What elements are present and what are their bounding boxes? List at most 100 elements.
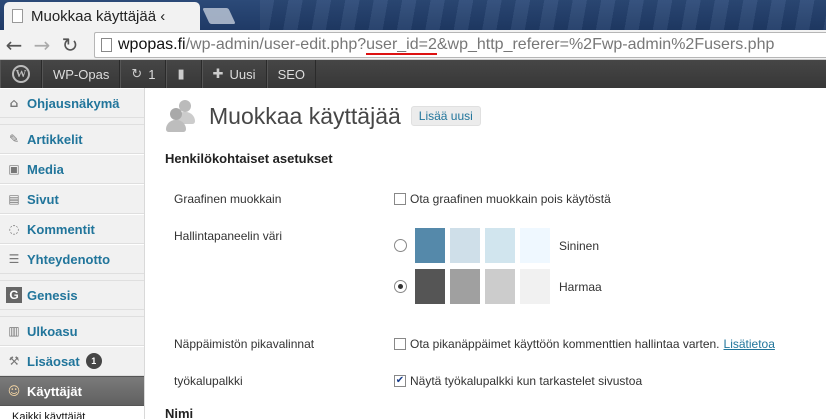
main-content: Muokkaa käyttäjää Lisää uusi Henkilökoht… [145, 88, 826, 419]
plugins-update-badge: 1 [85, 353, 102, 369]
sidebar-item-comments[interactable]: ◌ Kommentit [0, 214, 144, 244]
section-heading-personal: Henkilökohtaiset asetukset [165, 151, 333, 166]
color-scheme-blue-name: Sininen [559, 238, 600, 253]
toolbar-option[interactable]: ✔ Näytä työkalupalkki kun tarkastelet si… [394, 374, 642, 388]
forward-arrow-icon[interactable]: → [28, 31, 56, 59]
sidebar-item-contact[interactable]: ☰ Yhteydenotto [0, 244, 144, 274]
updates-button[interactable]: ↻ 1 [120, 60, 167, 88]
sidebar-item-label: Yhteydenotto [27, 251, 111, 267]
sidebar-item-dashboard[interactable]: ⌂ Ohjausnäkymä [0, 88, 144, 118]
back-arrow-icon[interactable]: ← [0, 31, 28, 59]
url-path: /wp-admin/user-edit.php? [185, 36, 367, 53]
new-content-label: Uusi [229, 66, 256, 82]
new-content-button[interactable]: ✚ Uusi [201, 60, 267, 88]
updates-icon: ↻ [131, 66, 143, 82]
wp-admin-bar: W WP-Opas ↻ 1 ▮ ✚ Uusi SEO [0, 60, 826, 88]
users-page-icon [165, 98, 201, 134]
sidebar-item-label: Sivut [27, 191, 59, 207]
sidebar-item-label: Lisäosat [27, 353, 80, 369]
color-scheme-gray-name: Harmaa [559, 279, 602, 294]
page-header: Muokkaa käyttäjää Lisää uusi [165, 98, 481, 134]
sidebar-item-label: Käyttäjät [27, 383, 82, 399]
sidebar-item-posts[interactable]: ✎ Artikkelit [0, 124, 144, 154]
color-swatch [415, 269, 445, 304]
browser-toolbar: ← → ↻ wpopas.fi/wp-admin/user-edit.php?u… [0, 30, 826, 60]
color-scheme-blue-radio[interactable] [394, 239, 407, 252]
sidebar-item-label: Ohjausnäkymä [27, 95, 120, 111]
sidebar-item-pages[interactable]: ▤ Sivut [0, 184, 144, 214]
plus-icon: ✚ [212, 66, 224, 82]
wordpress-logo-icon: W [12, 65, 30, 83]
color-swatch [520, 269, 550, 304]
tab-title: Muokkaa käyttäjää ‹ [31, 7, 166, 25]
section-heading-name: Nimi [165, 406, 194, 419]
add-new-user-button[interactable]: Lisää uusi [410, 106, 481, 126]
shortcuts-more-info-link[interactable]: Lisätietoa [724, 337, 775, 351]
plugins-icon: ⚒ [8, 354, 20, 368]
admin-color-label: Hallintapaneelin väri [174, 229, 283, 243]
visual-editor-checkbox[interactable] [394, 193, 406, 205]
pin-icon: ✎ [8, 132, 20, 146]
comment-bubble-icon: ▮ [177, 66, 185, 82]
new-tab-button[interactable] [202, 8, 236, 24]
color-swatch [485, 228, 515, 263]
dashboard-icon: ⌂ [9, 96, 19, 110]
wp-logo-button[interactable]: W [0, 60, 42, 88]
sidebar-item-media[interactable]: ▣ Media [0, 154, 144, 184]
sidebar-item-genesis[interactable]: G Genesis [0, 280, 144, 310]
browser-tab-strip: Muokkaa käyttäjää ‹ [0, 0, 826, 30]
url-host: wpopas.fi [118, 36, 186, 53]
color-scheme-blue[interactable]: Sininen [394, 228, 599, 263]
color-swatch [520, 228, 550, 263]
media-icon: ▣ [8, 162, 20, 176]
browser-tab[interactable]: Muokkaa käyttäjää ‹ [4, 2, 200, 30]
shortcuts-label: Näppäimistön pikavalinnat [174, 337, 315, 351]
visual-editor-label: Graafinen muokkain [174, 192, 282, 206]
toolbar-checkbox[interactable]: ✔ [394, 375, 406, 387]
reload-icon[interactable]: ↻ [56, 31, 84, 59]
color-scheme-gray[interactable]: Harmaa [394, 269, 602, 304]
sidebar-item-label: Genesis [27, 287, 78, 303]
submenu-all-users[interactable]: Kaikki käyttäjät [0, 406, 144, 419]
window-frame-background [260, 0, 826, 30]
shortcuts-checkbox[interactable] [394, 338, 406, 350]
pages-icon: ▤ [8, 192, 20, 206]
sidebar-item-label: Media [27, 161, 64, 177]
users-icon: ☺ [7, 384, 21, 398]
color-swatch [415, 228, 445, 263]
page-favicon-icon [12, 9, 23, 23]
color-swatch [485, 269, 515, 304]
comments-button[interactable]: ▮ [166, 60, 202, 88]
sidebar-item-label: Artikkelit [27, 131, 83, 147]
seo-button[interactable]: SEO [266, 60, 317, 88]
appearance-icon: ▥ [8, 324, 20, 338]
color-swatch [450, 269, 480, 304]
visual-editor-option-label: Ota graafinen muokkain pois käytöstä [410, 192, 611, 206]
visual-editor-option[interactable]: Ota graafinen muokkain pois käytöstä [394, 192, 611, 206]
toolbar-option-label: Näytä työkalupalkki kun tarkastelet sivu… [410, 374, 643, 388]
shortcuts-option[interactable]: Ota pikanäppäimet käyttöön kommenttien h… [394, 337, 775, 351]
seo-label: SEO [277, 66, 306, 82]
site-name-label: WP-Opas [53, 66, 110, 82]
updates-count: 1 [148, 66, 156, 82]
genesis-icon: G [6, 287, 22, 303]
contact-icon: ☰ [8, 252, 20, 266]
url-text: wpopas.fi/wp-admin/user-edit.php?user_id… [118, 36, 775, 55]
sidebar-item-label: Ulkoasu [27, 323, 78, 339]
sidebar-item-appearance[interactable]: ▥ Ulkoasu [0, 316, 144, 346]
url-rest: &wp_http_referer=%2Fwp-admin%2Fusers.php [436, 36, 775, 53]
sidebar-item-users[interactable]: ☺ Käyttäjät [0, 376, 144, 406]
color-swatch [450, 228, 480, 263]
sidebar-item-label: Kommentit [27, 221, 95, 237]
sidebar-item-plugins[interactable]: ⚒ Lisäosat 1 [0, 346, 144, 376]
shortcuts-option-label: Ota pikanäppäimet käyttöön kommenttien h… [410, 337, 720, 351]
admin-sidebar: ⌂ Ohjausnäkymä ✎ Artikkelit ▣ Media ▤ Si… [0, 88, 145, 419]
page-icon [101, 38, 112, 52]
url-highlight: user_id=2 [366, 36, 437, 55]
page-title: Muokkaa käyttäjää [209, 102, 401, 129]
toolbar-label: työkalupalkki [174, 374, 243, 388]
address-bar[interactable]: wpopas.fi/wp-admin/user-edit.php?user_id… [94, 32, 826, 58]
comments-icon: ◌ [8, 222, 20, 236]
color-scheme-gray-radio[interactable] [394, 280, 407, 293]
site-name-link[interactable]: WP-Opas [42, 60, 121, 88]
